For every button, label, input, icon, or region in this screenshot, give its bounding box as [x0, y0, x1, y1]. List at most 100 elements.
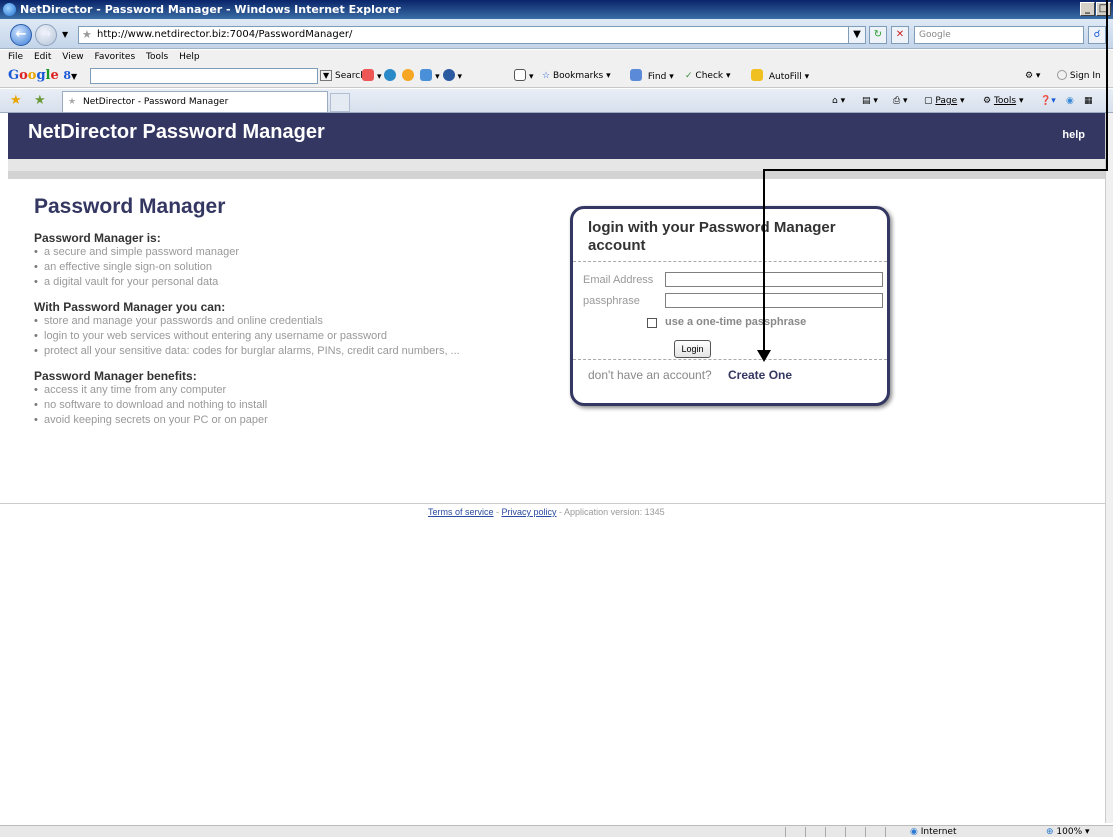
layout-button[interactable]: ▾	[514, 69, 534, 84]
help-icon[interactable]: ❓▾	[1040, 94, 1056, 108]
research-icon[interactable]: ◉	[1066, 94, 1074, 108]
url-text: http://www.netdirector.biz:7004/Password…	[97, 29, 353, 40]
url-dropdown-icon[interactable]: ▼	[848, 26, 866, 44]
history-dropdown-icon[interactable]: ▼	[62, 30, 68, 39]
plus-icon	[420, 69, 433, 81]
tools-menu[interactable]: ⚙ Tools ▾	[983, 94, 1024, 108]
picasa-icon	[402, 69, 415, 81]
page-menu[interactable]: ▢ Page ▾	[924, 94, 965, 108]
messenger-icon[interactable]: ▦	[1084, 94, 1093, 108]
status-cell	[825, 827, 826, 837]
menu-file[interactable]: File	[8, 52, 23, 62]
ie-logo-icon	[3, 3, 16, 16]
minimize-button[interactable]: _	[1080, 2, 1095, 16]
internet-zone-icon: ◉	[910, 827, 918, 837]
passphrase-field[interactable]	[665, 293, 883, 308]
vertical-scrollbar[interactable]	[1105, 113, 1113, 823]
home-icon[interactable]: ⌂ ▾	[832, 94, 845, 108]
help-link[interactable]: help	[1062, 129, 1085, 141]
email-field[interactable]	[665, 272, 883, 287]
window-title: NetDirector - Password Manager - Windows…	[20, 3, 401, 16]
search-placeholder: Google	[919, 30, 951, 40]
one-time-passphrase-checkbox[interactable]	[647, 318, 657, 328]
page-footer: Terms of service - Privacy policy - Appl…	[428, 507, 665, 517]
status-cell	[845, 827, 846, 837]
globe-icon	[384, 69, 397, 81]
list-item: a secure and simple password manager	[34, 245, 554, 260]
star-icon: ☆	[542, 71, 551, 81]
feeds-icon[interactable]: ▤ ▾	[862, 94, 878, 108]
header-divider-dark	[8, 171, 1105, 179]
menu-tools[interactable]: Tools	[146, 52, 168, 62]
tab-favicon-icon: ★	[68, 97, 77, 107]
sign-in-icon	[1057, 70, 1067, 80]
back-button[interactable]: ←	[10, 24, 32, 46]
menu-edit[interactable]: Edit	[34, 52, 51, 62]
page-header: NetDirector Password Manager help	[8, 113, 1105, 159]
list-item: store and manage your passwords and onli…	[34, 314, 554, 329]
favorites-star-icon[interactable]: ★	[10, 93, 22, 108]
tab-password-manager[interactable]: ★ NetDirector - Password Manager	[62, 91, 328, 112]
section-title-intro: Password Manager is:	[34, 231, 161, 245]
spellcheck-button[interactable]: ✓ Check ▾	[685, 69, 731, 83]
menu-help[interactable]: Help	[179, 52, 200, 62]
google-logo[interactable]: Google 8▼	[8, 68, 77, 83]
footer-divider	[0, 503, 1105, 504]
menu-favorites[interactable]: Favorites	[94, 52, 135, 62]
maximize-button[interactable]: □	[1096, 2, 1111, 16]
intro-list: a secure and simple password manager an …	[34, 245, 554, 290]
status-bar: ◉ Internet ⊕ 100% ▾	[0, 825, 1113, 837]
bookmarks-button[interactable]: ☆ Bookmarks ▾	[542, 69, 611, 83]
layout-icon	[514, 69, 526, 81]
privacy-link[interactable]: Privacy policy	[502, 507, 557, 517]
address-bar: ← → ▼ ★ http://www.netdirector.biz:7004/…	[0, 19, 1113, 49]
autofill-button[interactable]: AutoFill ▾	[751, 69, 809, 84]
print-icon[interactable]: ⎙ ▾	[893, 94, 908, 108]
list-item: a digital vault for your personal data	[34, 275, 554, 290]
autofill-icon	[751, 69, 763, 81]
tab-title: NetDirector - Password Manager	[83, 97, 229, 107]
page-title: Password Manager	[34, 195, 226, 218]
find-icon	[630, 69, 642, 81]
terms-link[interactable]: Terms of service	[428, 507, 494, 517]
zoom-level[interactable]: ⊕ 100% ▾	[1046, 826, 1090, 838]
search-input[interactable]: Google	[914, 26, 1084, 44]
site-title: NetDirector Password Manager	[28, 121, 325, 143]
find-button[interactable]: Find ▾	[630, 69, 674, 84]
login-panel: login with your Password Manager account…	[570, 206, 890, 406]
list-item: avoid keeping secrets on your PC or on p…	[34, 413, 554, 428]
toolbar-icon-group[interactable]: ▾ ▾ ▾	[362, 69, 462, 84]
stop-icon[interactable]: ✕	[891, 26, 909, 44]
forward-button[interactable]: →	[35, 24, 57, 46]
login-divider	[573, 261, 887, 262]
email-label: Email Address	[583, 274, 654, 286]
google-toolbar: Google 8▼ ▼ Search ▾ ▾ ▾ ▾ ☆ Bookmarks ▾…	[0, 64, 1113, 88]
add-favorite-icon[interactable]: ★	[34, 93, 46, 108]
login-title: login with your Password Manager account	[588, 219, 836, 254]
list-item: protect all your sensitive data: codes f…	[34, 344, 554, 359]
url-input[interactable]: ★ http://www.netdirector.biz:7004/Passwo…	[78, 26, 858, 44]
google-search-button[interactable]: ▼ Search	[320, 69, 366, 83]
status-cell	[785, 827, 786, 837]
section-title-features: With Password Manager you can:	[34, 300, 226, 314]
list-item: an effective single sign-on solution	[34, 260, 554, 275]
benefits-list: access it any time from any computer no …	[34, 383, 554, 428]
features-list: store and manage your passwords and onli…	[34, 314, 554, 359]
status-cell	[885, 827, 886, 837]
passphrase-label: passphrase	[583, 295, 640, 307]
new-tab-button[interactable]	[330, 93, 350, 112]
google-search-input[interactable]	[90, 68, 318, 84]
window-title-bar: NetDirector - Password Manager - Windows…	[0, 0, 1113, 19]
sign-in-button[interactable]: Sign In	[1057, 69, 1101, 83]
refresh-icon[interactable]: ↻	[869, 26, 887, 44]
settings-wrench-icon[interactable]: ⚙ ▾	[1025, 69, 1040, 83]
favicon-star-icon: ★	[82, 28, 92, 41]
app-version: Application version: 1345	[564, 507, 665, 517]
login-button[interactable]: Login	[674, 340, 711, 358]
search-go-icon[interactable]: ☌	[1088, 26, 1106, 44]
create-account-link[interactable]: Create One	[728, 368, 792, 382]
no-account-text: don't have an account?	[588, 368, 712, 382]
security-zone[interactable]: ◉ Internet	[910, 826, 956, 838]
menu-view[interactable]: View	[62, 52, 83, 62]
one-time-passphrase-label[interactable]: use a one-time passphrase	[665, 316, 806, 328]
